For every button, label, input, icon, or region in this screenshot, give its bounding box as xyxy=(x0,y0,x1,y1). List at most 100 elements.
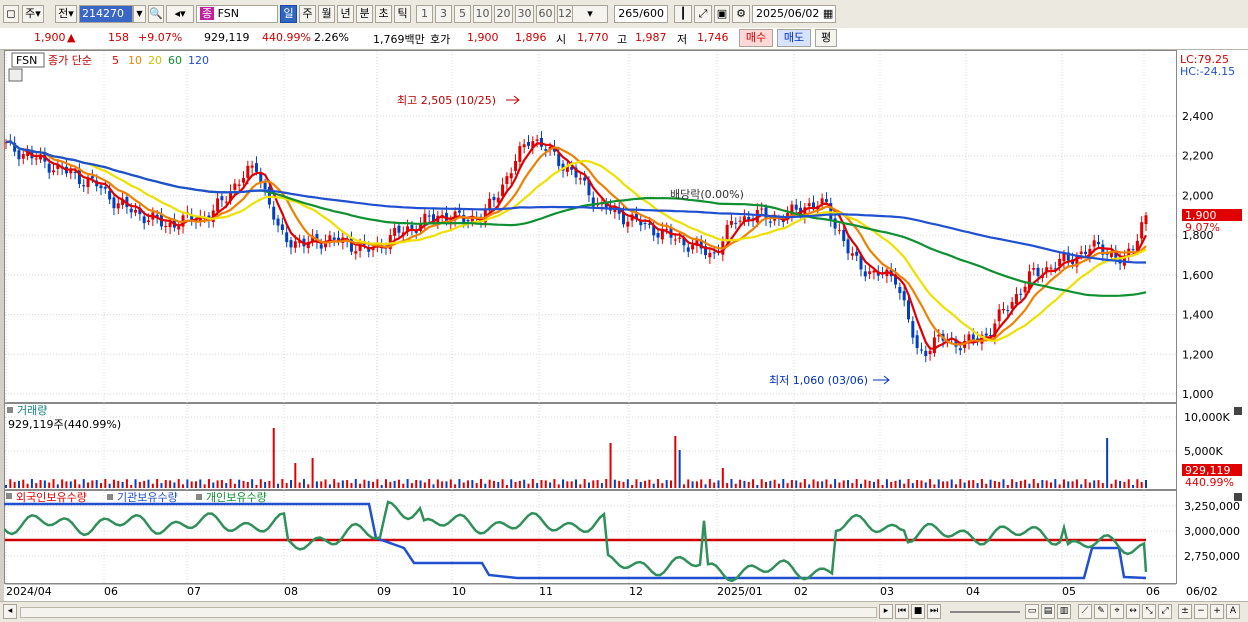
minute-button-1[interactable]: 3 xyxy=(435,5,452,23)
volume-title[interactable]: 거래량 xyxy=(17,404,47,417)
volume-bar xyxy=(177,479,180,488)
holding-close-icon[interactable] xyxy=(1234,493,1242,501)
date-field[interactable]: 2025/06/02 ▦ xyxy=(752,5,836,23)
candle-body xyxy=(293,241,297,248)
prev-select[interactable]: 전▾ xyxy=(55,5,77,23)
volume-bar xyxy=(121,481,124,488)
layout3-icon[interactable]: ▥ xyxy=(1057,604,1071,619)
volume-bar xyxy=(510,479,513,488)
minute-custom-select[interactable]: ▾ xyxy=(572,5,608,23)
sell-button[interactable]: 매도 xyxy=(777,29,811,47)
period-tab-2[interactable]: 월 xyxy=(318,5,335,23)
minute-button-5[interactable]: 30 xyxy=(515,5,534,23)
volume-bar xyxy=(56,484,59,488)
period-tab-3[interactable]: 년 xyxy=(337,5,354,23)
minute-button-2[interactable]: 5 xyxy=(454,5,471,23)
period-tab-6[interactable]: 틱 xyxy=(394,5,411,23)
period-tab-5[interactable]: 초 xyxy=(375,5,392,23)
count-field[interactable]: 265/600 xyxy=(614,5,668,23)
auto-scale-icon[interactable]: A xyxy=(1226,604,1240,619)
volume-bar xyxy=(691,481,694,488)
tool-d-icon[interactable]: ↔ xyxy=(1126,604,1140,619)
volume-bar xyxy=(281,479,284,488)
minute-button-3[interactable]: 10 xyxy=(473,5,492,23)
scroll-track[interactable] xyxy=(20,607,877,618)
candle-body xyxy=(557,153,561,167)
chart-svg[interactable]: 2,4002,2002,0001,8001,6001,4001,2001,000… xyxy=(3,50,1248,601)
tool-a-icon[interactable]: ⟋ xyxy=(1078,604,1092,619)
tool-c-icon[interactable]: ⌖ xyxy=(1110,604,1124,619)
minute-button-4[interactable]: 20 xyxy=(494,5,513,23)
candle-body xyxy=(984,333,988,336)
volume-bar xyxy=(795,480,798,488)
volume-bar xyxy=(613,479,616,488)
candle-body xyxy=(220,196,224,201)
volume-bar xyxy=(652,483,655,488)
zoom-out-icon[interactable]: − xyxy=(1194,604,1208,619)
volume-bar xyxy=(531,479,534,488)
search-icon[interactable]: 🔍 xyxy=(148,5,164,23)
market-select[interactable]: 주▾ xyxy=(22,5,44,23)
eval-button[interactable]: 평 xyxy=(815,29,837,47)
candle-body xyxy=(1144,215,1148,225)
legend-indiv[interactable]: 개인보유수량 xyxy=(206,491,267,504)
minute-button-0[interactable]: 1 xyxy=(416,5,433,23)
stop-icon[interactable]: ■ xyxy=(911,604,925,619)
candle-body xyxy=(578,178,582,180)
fast-forward-icon[interactable]: ⏭ xyxy=(927,604,941,619)
volume-bar xyxy=(449,479,452,488)
high-annotation: 최고 2,505 (10/25) xyxy=(397,94,496,107)
code-input[interactable]: 214270 xyxy=(79,5,133,23)
window-menu-icon[interactable]: ◻ xyxy=(3,5,19,23)
gear-icon[interactable]: ⚙ xyxy=(732,5,750,23)
stock-chart[interactable]: 2,400 2,200 2,000 1,800 1,600 1,400 1,200 1,000… xyxy=(3,50,1248,601)
ma120-label[interactable]: 120 xyxy=(188,54,209,67)
candle-type-icon[interactable]: ┃ xyxy=(674,5,692,23)
ma20-label[interactable]: 20 xyxy=(148,54,162,67)
ma-label[interactable]: 종가 단순 xyxy=(48,54,92,67)
ma10-label[interactable]: 10 xyxy=(128,54,142,67)
zoom-in-icon[interactable]: + xyxy=(1210,604,1224,619)
volume-close-icon[interactable] xyxy=(1234,407,1242,415)
tool-e-icon[interactable]: ⤡ xyxy=(1142,604,1156,619)
period-tab-1[interactable]: 주 xyxy=(299,5,316,23)
legend-inst[interactable]: 기관보유수량 xyxy=(117,491,178,504)
code-dropdown-icon[interactable]: ▼ xyxy=(133,5,146,23)
candle-body xyxy=(535,139,539,141)
layout1-icon[interactable]: ▭ xyxy=(1025,604,1039,619)
zoom-slider[interactable] xyxy=(950,611,1020,613)
volume-bar xyxy=(255,484,258,488)
volume-bar xyxy=(406,479,409,488)
tool-f-icon[interactable]: ⤢ xyxy=(1158,604,1172,619)
buy-button[interactable]: 매수 xyxy=(739,29,773,47)
volume-bar xyxy=(626,479,629,488)
stock-name-field[interactable]: 종 FSN xyxy=(196,5,278,23)
volume-bar xyxy=(575,479,577,488)
ma5-label[interactable]: 5 xyxy=(112,54,119,67)
volume-panel-icon[interactable] xyxy=(7,407,13,413)
save-icon[interactable]: ▣ xyxy=(714,5,730,23)
period-tab-0[interactable]: 일 xyxy=(280,5,297,23)
candle-body xyxy=(678,237,682,239)
volume-bar xyxy=(920,480,923,488)
ma60-label[interactable]: 60 xyxy=(168,54,182,67)
compare-icon[interactable]: ⤢ xyxy=(694,5,712,23)
scroll-left-icon[interactable]: ◂ xyxy=(3,604,17,619)
volume-bar xyxy=(1136,479,1139,488)
holding-panel-icon[interactable] xyxy=(6,493,12,499)
volume-bar xyxy=(333,479,336,488)
volume-bar xyxy=(91,480,94,488)
scroll-right-icon[interactable]: ▸ xyxy=(879,604,893,619)
legend-foreign[interactable]: 외국인보유수량 xyxy=(16,491,87,504)
table-icon[interactable] xyxy=(8,68,23,82)
sound-icon[interactable]: ◂▾ xyxy=(166,5,194,23)
plus-minus-icon[interactable]: ± xyxy=(1178,604,1192,619)
minute-button-6[interactable]: 60 xyxy=(536,5,555,23)
volume-bar xyxy=(13,481,16,488)
volume-bar xyxy=(229,479,232,488)
tool-b-icon[interactable]: ✎ xyxy=(1094,604,1108,619)
layout2-icon[interactable]: ▤ xyxy=(1041,604,1055,619)
rewind-icon[interactable]: ⏮ xyxy=(895,604,909,619)
candle-body xyxy=(1036,267,1040,277)
period-tab-4[interactable]: 분 xyxy=(356,5,373,23)
